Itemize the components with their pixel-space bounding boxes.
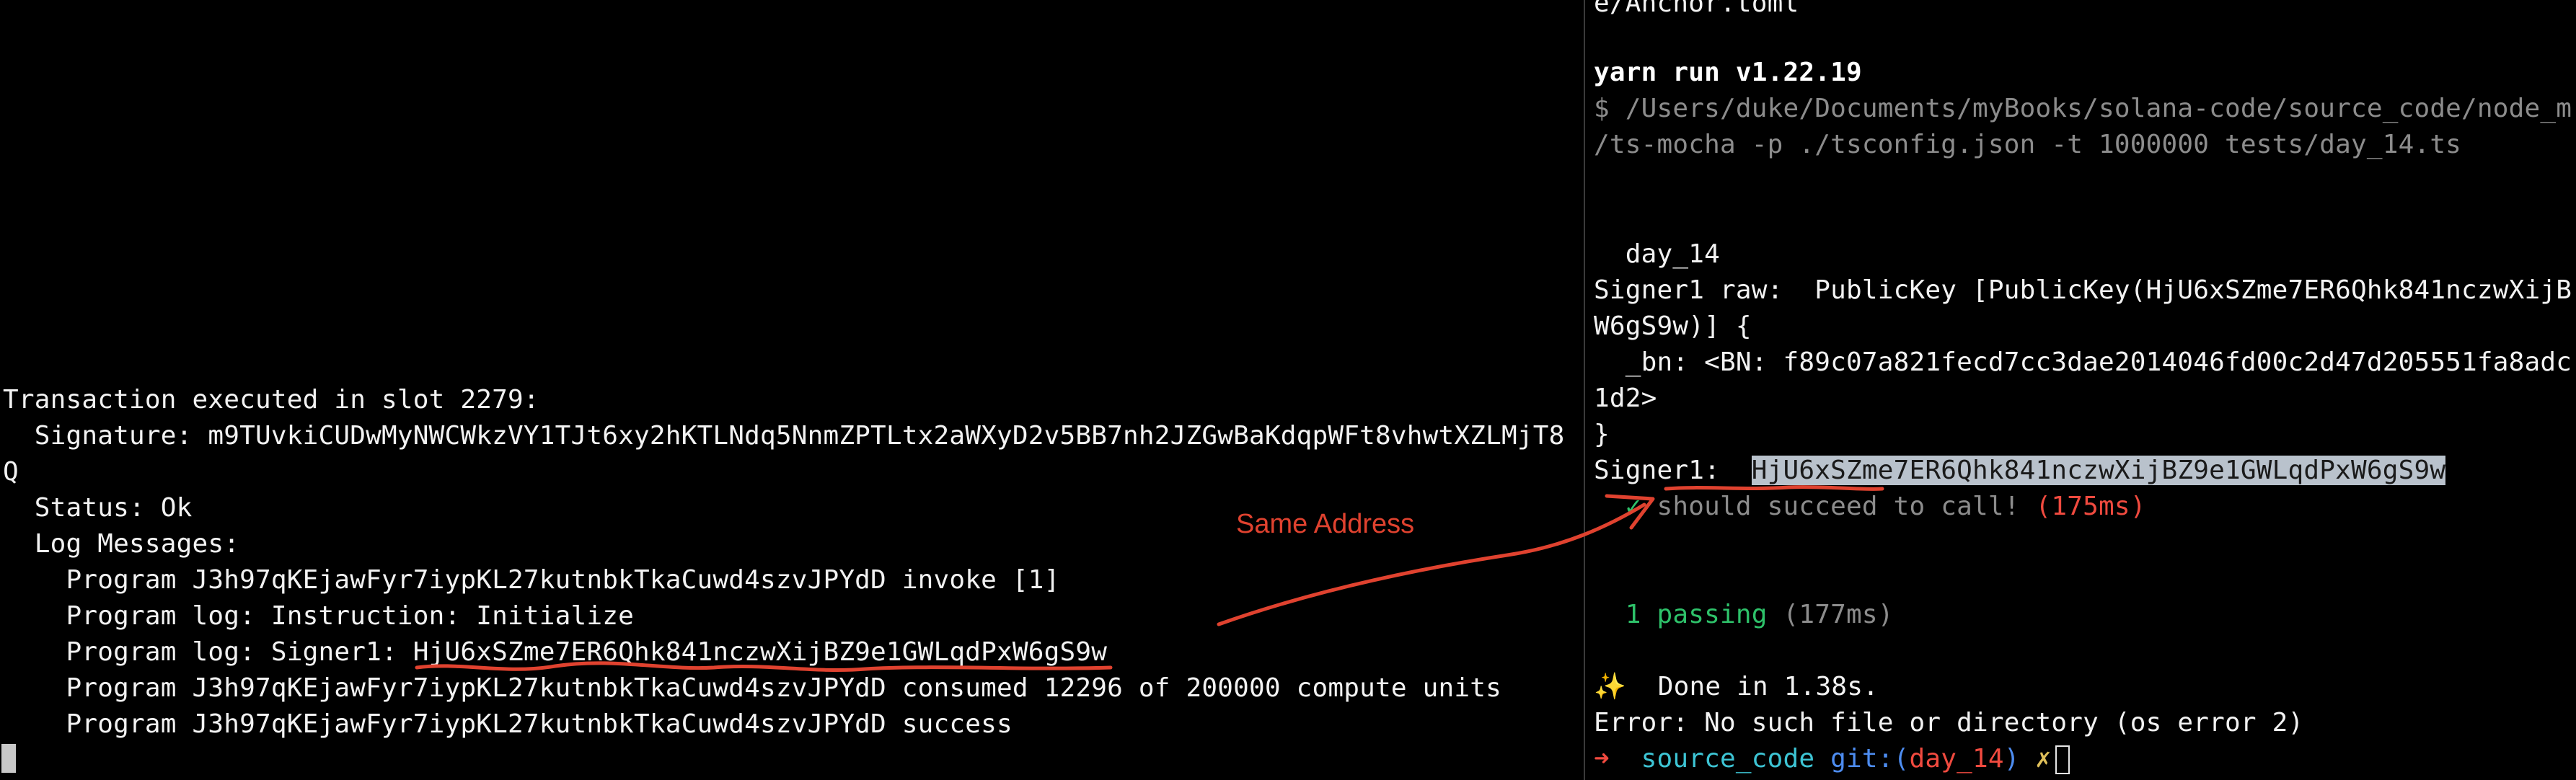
error-line: Error: No such file or directory (os err…: [1594, 708, 2304, 737]
bn-line-2: 1d2>: [1594, 384, 1657, 413]
log-line-signer1: Program log: Signer1: HjU6xSZme7ER6Qhk84…: [3, 637, 1108, 667]
signer-raw-line-2: W6gS9w)] {: [1594, 311, 1752, 341]
prompt-branch: day_14: [1909, 744, 2004, 774]
prompt-arrow-icon: ➜: [1594, 744, 1610, 774]
signer-raw-line-1: Signer1 raw: PublicKey [PublicKey(HjU6xS…: [1594, 275, 2572, 305]
command-line-1: $ /Users/duke/Documents/myBooks/solana-c…: [1594, 94, 2572, 123]
terminal-cursor: [1, 744, 16, 773]
shell-prompt[interactable]: ➜ source_code git:(day_14) ✗: [1594, 741, 2070, 777]
command-line-2: /ts-mocha -p ./tsconfig.json -t 1000000 …: [1594, 130, 2462, 159]
passing-line: 1 passing (177ms): [1594, 597, 1894, 633]
prompt-directory: source_code: [1609, 744, 1815, 774]
done-text: Done in 1.38s.: [1626, 672, 1879, 701]
log-line-messages-header: Log Messages:: [3, 529, 240, 559]
signer1-output-line: Signer1: HjU6xSZme7ER6Qhk841nczwXijBZ9e1…: [1594, 453, 2446, 489]
log-line-instruction: Program log: Instruction: Initialize: [3, 601, 634, 631]
left-terminal-pane[interactable]: Transaction executed in slot 2279: Signa…: [0, 0, 1584, 780]
config-path-line: e/Anchor.toml: [1594, 0, 1799, 18]
bn-line-1: _bn: <BN: f89c07a821fecd7cc3dae2014046fd…: [1594, 347, 2572, 377]
done-line: ✨ Done in 1.38s.: [1594, 669, 1879, 705]
sparkles-icon: ✨: [1594, 672, 1627, 701]
prompt-cursor: [2055, 745, 2070, 774]
right-terminal-pane[interactable]: e/Anchor.toml yarn run v1.22.19 $ /Users…: [1585, 0, 2576, 780]
annotation-label: Same Address: [1236, 509, 1415, 539]
signer1-selected-address[interactable]: HjU6xSZme7ER6Qhk841nczwXijBZ9e1GWLqdPxW6…: [1751, 456, 2446, 485]
test-name: should succeed to call!: [1641, 492, 2020, 521]
test-time: (175ms): [2019, 492, 2146, 521]
log-line-status: Status: Ok: [3, 493, 193, 523]
log-line-success: Program J3h97qKEjawFyr7iypKL27kutnbkTkaC…: [3, 709, 1013, 739]
log-line-invoke: Program J3h97qKEjawFyr7iypKL27kutnbkTkaC…: [3, 565, 1060, 595]
prompt-dirty-icon: ✗: [2019, 744, 2052, 774]
signer1-label: Signer1:: [1594, 456, 1752, 485]
log-line-signature: Signature: m9TUvkiCUDwMyNWCWkzVY1TJt6xy2…: [3, 421, 1565, 451]
close-brace: }: [1594, 420, 1610, 449]
test-result-line: ✓ should succeed to call! (175ms): [1594, 489, 2146, 525]
prompt-git-close: ): [2003, 744, 2020, 774]
prompt-git-label: git:(: [1814, 744, 1910, 774]
passing-count: 1 passing: [1594, 600, 1768, 629]
suite-name: day_14: [1594, 239, 1720, 269]
log-line-consumed: Program J3h97qKEjawFyr7iypKL27kutnbkTkaC…: [3, 673, 1502, 703]
log-line-slot: Transaction executed in slot 2279:: [3, 385, 539, 415]
yarn-header: yarn run v1.22.19: [1594, 58, 1862, 87]
log-line-signature-wrap: Q: [3, 457, 19, 487]
check-icon: ✓: [1594, 492, 1641, 521]
passing-time: (177ms): [1767, 600, 1894, 629]
